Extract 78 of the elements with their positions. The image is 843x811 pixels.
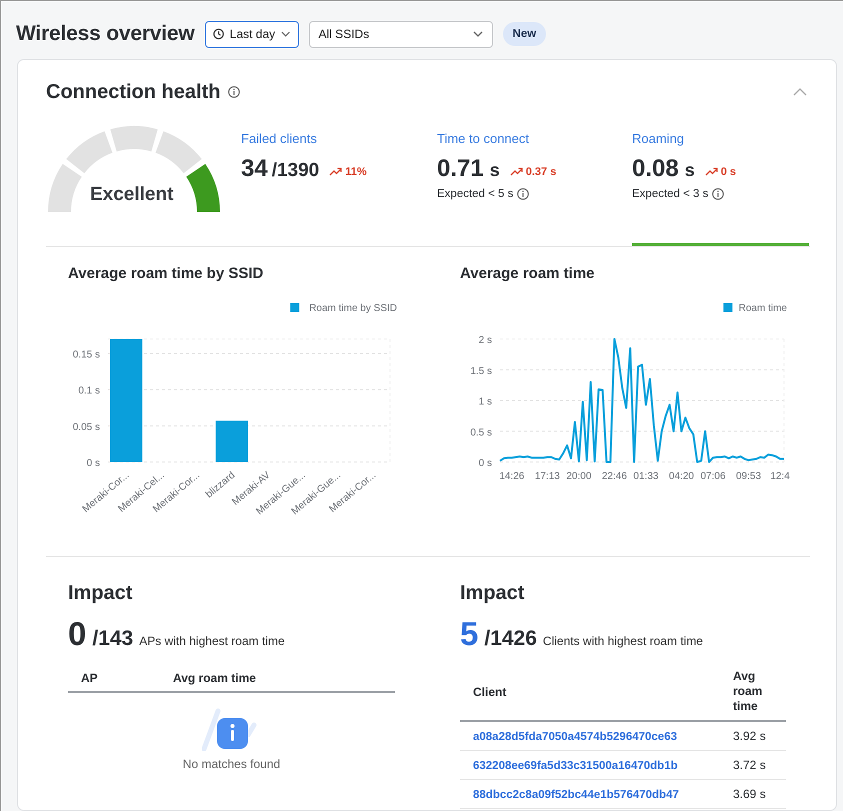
axis-tick-label: 04:20 [668,471,694,482]
table-cell: 3.69 s [720,780,786,808]
axis-tick-label: 0.1 s [78,386,100,397]
axis-tick-label: 09:53 [736,471,762,482]
metric-value: 0.08 [632,155,679,183]
axis-tick-label: 0.5 s [470,427,492,438]
clock-icon [212,28,224,40]
bar [216,420,248,462]
info-icon [712,188,724,200]
axis-tick-label: 0.15 s [72,349,100,360]
metric-label[interactable]: Failed clients [241,131,317,146]
legend-swatch [290,303,300,312]
metric-unit: s [684,160,695,181]
table-cell: 3.72 s [720,750,786,780]
trend-up-icon [704,167,718,176]
axis-tick-label: 12:4 [770,471,790,482]
trend-value: 0.37 s [526,166,556,178]
metric-tab[interactable]: Roaming 0.08 s 0 s Expected < 3 s [632,120,809,246]
axis-tick-label: 20:00 [566,471,592,482]
metric-tab[interactable]: Failed clients 34 /1390 11% [241,120,437,246]
table-cell: 3.92 s [720,721,786,750]
column-header: Client [460,663,720,721]
count-caption: APs with highest roam time [139,634,285,648]
axis-tick-label: 1.5 s [470,366,492,377]
expected-text: Expected < 3 s [632,188,708,200]
section-title: Connection health [46,80,220,104]
legend-label: Roam time by SSID [309,303,397,314]
time-range-dropdown[interactable]: Last day [204,20,299,48]
info-icon [228,86,240,98]
section-title: Impact [68,582,134,605]
axis-tick-label: 07:06 [700,471,726,482]
axis-tick-label: 14:26 [499,471,524,482]
empty-message: No matches found [182,757,280,771]
count-caption: Clients with highest roam time [542,634,703,648]
axis-tick-label: 17:13 [534,471,560,482]
client-link[interactable]: 88dbcc2c8a09f52bc44e1b576470db47 [473,789,679,801]
legend-swatch [723,303,732,312]
gauge-label: Excellent [90,184,174,206]
metric-value: 0.71 [437,155,484,183]
axis-tick-label: 0 s [86,458,100,469]
caret-icon [472,31,483,37]
metric-tab[interactable]: Time to connect 0.71 s 0.37 s Expected < 5 s [437,120,632,246]
column-header: Avg roam time [720,663,786,721]
caret-icon [281,31,291,37]
trend-up-icon [329,167,342,176]
metric-total: /1390 [272,160,320,182]
axis-tick-label: 22:46 [602,471,627,482]
page-title: Wireless overview [16,22,195,46]
expected-text: Expected < 5 s [437,188,514,200]
axis-tick-label: 1 s [478,396,492,408]
axis-tick-label: 0 s [478,458,492,469]
count-total: /1426 [484,627,537,651]
count-total: /143 [92,627,134,651]
metric-label[interactable]: Roaming [632,131,684,146]
chevron-up-icon[interactable] [793,88,807,96]
legend-label: Roam time [738,303,787,314]
chart-title: Average roam time by SSID [68,265,264,282]
metric-label[interactable]: Time to connect [437,131,530,146]
client-link[interactable]: a08a28d5fda7050a4574b5296470ce63 [473,731,677,743]
metric-value: 34 [241,155,268,183]
trend-value: 11% [345,166,367,178]
axis-tick-label: 2 s [478,335,492,346]
trend-value: 0 s [720,166,736,178]
chart-title: Average roam time [460,265,596,282]
axis-tick-label: 0.05 s [72,422,100,433]
client-link[interactable]: 632208ee69fa5d33c31500a16470db1b [473,760,678,772]
column-header: AP [68,665,160,692]
column-header: Avg roam time [160,665,395,692]
metric-unit: s [490,160,500,181]
axis-tick-label: 01:33 [633,471,658,482]
count-value: 0 [68,615,86,653]
trend-up-icon [510,167,523,176]
section-title: Impact [460,582,526,605]
count-value: 5 [460,615,478,653]
ssid-dropdown[interactable]: All SSIDs [308,20,493,48]
info-icon [517,188,530,200]
new-badge: New [502,22,546,46]
gauge-segment [48,164,82,212]
